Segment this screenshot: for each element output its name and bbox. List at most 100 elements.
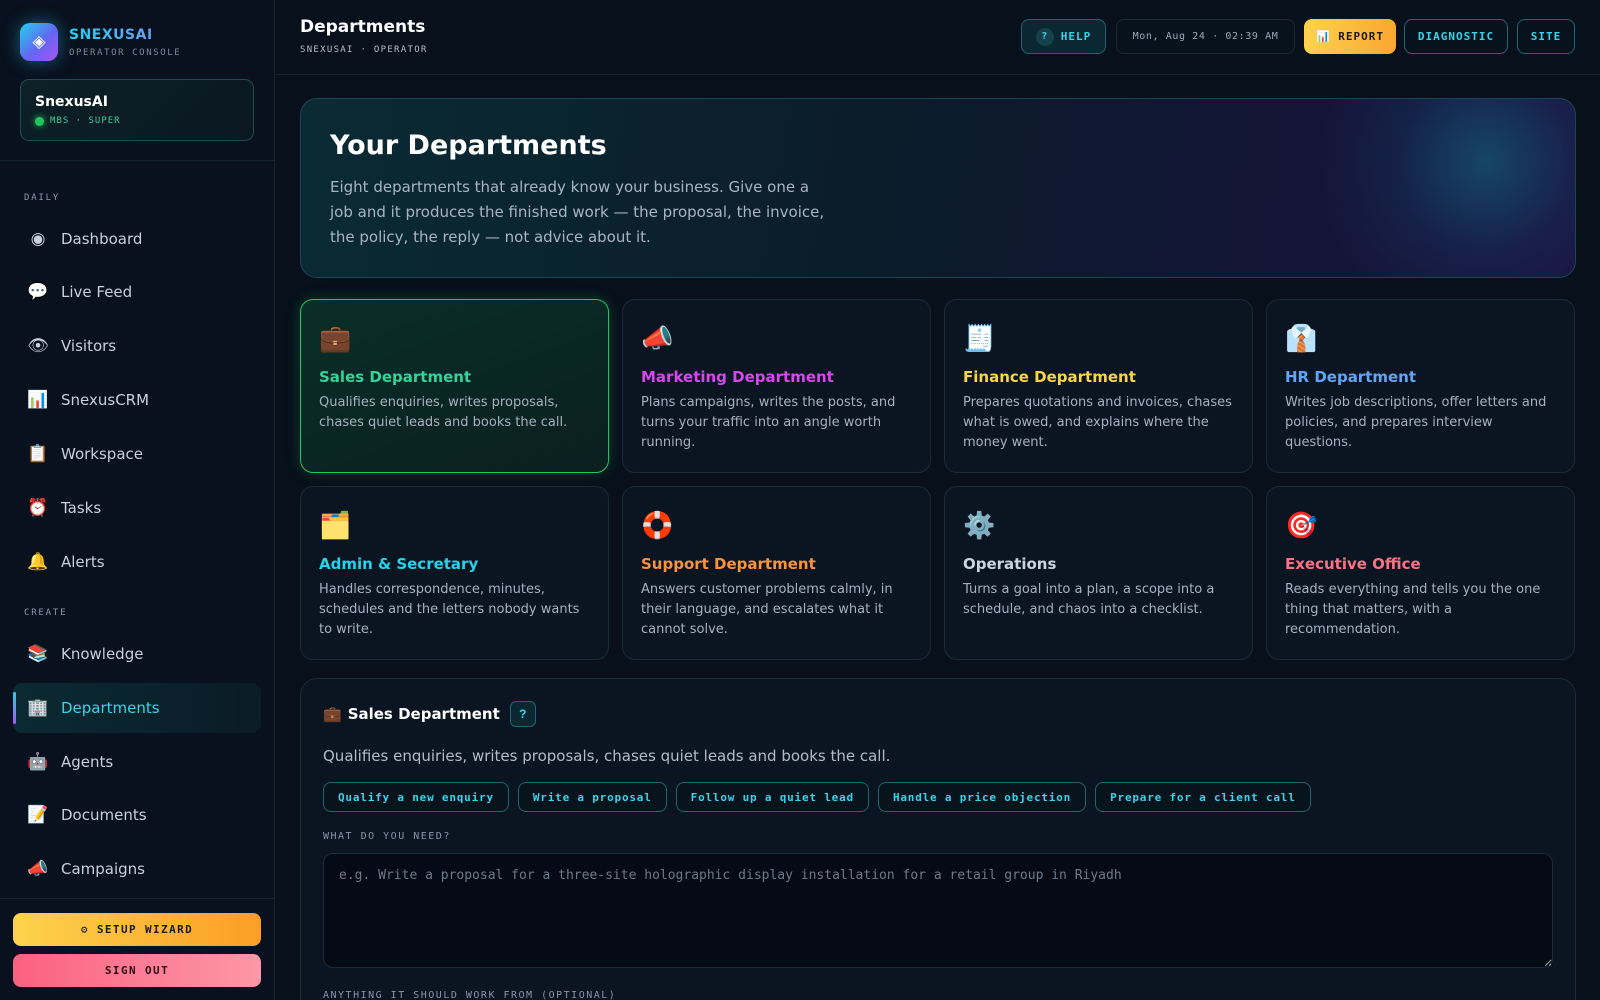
question-icon: ? <box>1035 27 1054 46</box>
help-button[interactable]: ? HELP <box>1021 19 1106 54</box>
detail-title: Sales Department <box>347 705 500 723</box>
sidebar-item-label: Live Feed <box>61 283 133 301</box>
department-card-sales[interactable]: 💼 Sales Department Qualifies enquiries, … <box>300 299 609 473</box>
site-button[interactable]: SITE <box>1517 19 1575 54</box>
sidebar-item-tasks[interactable]: ⏰ Tasks <box>13 483 261 533</box>
department-card-admin[interactable]: 🗂️ Admin & Secretary Handles corresponde… <box>300 486 609 660</box>
need-input[interactable] <box>323 853 1553 968</box>
sidebar-item-label: Departments <box>61 699 160 717</box>
chip-qualify-enquiry[interactable]: Qualify a new enquiry <box>323 782 509 812</box>
briefcase-icon: 💼 <box>323 705 342 723</box>
department-description: Reads everything and tells you the one t… <box>1285 582 1541 637</box>
gear-icon: ⚙️ <box>963 511 996 541</box>
books-icon: 📚 <box>27 644 49 664</box>
sidebar-item-departments[interactable]: 🏢 Departments <box>13 683 261 733</box>
sidebar-divider <box>0 898 274 899</box>
sidebar-item-label: Agents <box>61 753 114 771</box>
sidebar-item-label: Knowledge <box>61 645 144 663</box>
sidebar-item-snexuscrm[interactable]: 📊 SnexusCRM <box>13 375 261 425</box>
lifebuoy-icon: 🛟 <box>641 511 674 541</box>
card-index-icon: 🗂️ <box>319 511 352 541</box>
sidebar-item-label: Documents <box>61 806 147 824</box>
need-field-label: WHAT DO YOU NEED? <box>323 831 451 842</box>
sidebar-item-label: Visitors <box>61 337 117 355</box>
status-dot-icon <box>35 116 44 126</box>
bell-icon: 🔔 <box>27 552 49 572</box>
eye-icon: 👁 <box>27 336 49 356</box>
department-description: Qualifies enquiries, writes proposals, c… <box>319 395 568 430</box>
sign-out-button[interactable]: SIGN OUT <box>13 954 261 987</box>
department-card-marketing[interactable]: 📣 Marketing Department Plans campaigns, … <box>622 299 931 473</box>
robot-icon: 🤖 <box>27 752 49 772</box>
sidebar-item-documents[interactable]: 📝 Documents <box>13 790 261 840</box>
sidebar-item-visitors[interactable]: 👁 Visitors <box>13 321 261 371</box>
department-name: Sales Department <box>319 368 472 386</box>
page-title: Departments <box>300 17 426 37</box>
department-card-executive[interactable]: 🎯 Executive Office Reads everything and … <box>1266 486 1575 660</box>
memo-icon: 📝 <box>27 805 49 825</box>
clipboard-icon: 📋 <box>27 444 49 464</box>
sidebar-item-label: Campaigns <box>61 860 146 878</box>
department-name: HR Department <box>1285 368 1417 386</box>
brand-logo-icon: ◈ <box>20 23 58 61</box>
source-field-label: ANYTHING IT SHOULD WORK FROM (OPTIONAL) <box>323 990 617 1000</box>
megaphone-icon: 📣 <box>27 859 49 879</box>
department-description: Plans campaigns, writes the posts, and t… <box>641 395 896 450</box>
sidebar-item-workspace[interactable]: 📋 Workspace <box>13 429 261 479</box>
brand-text: SNEXUSAI OPERATOR CONSOLE <box>69 27 181 58</box>
sidebar-item-label: Tasks <box>61 499 102 517</box>
sidebar-item-knowledge[interactable]: 📚 Knowledge <box>13 629 261 679</box>
detail-description: Qualifies enquiries, writes proposals, c… <box>323 747 891 765</box>
sidebar-item-label: SnexusCRM <box>61 391 150 409</box>
chip-write-proposal[interactable]: Write a proposal <box>517 782 667 812</box>
help-label: HELP <box>1060 30 1092 43</box>
sidebar-item-label: Workspace <box>61 445 143 463</box>
alarm-clock-icon: ⏰ <box>27 498 49 518</box>
sidebar-item-label: Dashboard <box>61 230 143 248</box>
account-card[interactable]: SnexusAI MBS · SUPER <box>20 79 254 141</box>
sidebar-item-alerts[interactable]: 🔔 Alerts <box>13 537 261 587</box>
account-meta: MBS · SUPER <box>35 116 253 126</box>
chip-price-objection[interactable]: Handle a price objection <box>877 782 1087 812</box>
department-description: Prepares quotations and invoices, chases… <box>963 395 1232 450</box>
sidebar-item-campaigns[interactable]: 📣 Campaigns <box>13 844 261 894</box>
department-name: Support Department <box>641 555 816 573</box>
dashboard-icon: ◉ <box>30 229 46 249</box>
department-description: Turns a goal into a plan, a scope into a… <box>963 582 1215 617</box>
department-name: Marketing Department <box>641 368 834 386</box>
receipt-icon: 🧾 <box>963 324 996 354</box>
department-name: Admin & Secretary <box>319 555 479 573</box>
diagnostic-button[interactable]: DIAGNOSTIC <box>1404 19 1508 54</box>
department-detail-panel: 💼 Sales Department ? Qualifies enquiries… <box>300 678 1576 1000</box>
department-name: Operations <box>963 555 1057 573</box>
section-label-create: CREATE <box>24 608 68 618</box>
megaphone-icon: 📣 <box>641 324 674 354</box>
sidebar: ◈ SNEXUSAI OPERATOR CONSOLE SnexusAI MBS… <box>0 0 275 1000</box>
department-name: Executive Office <box>1285 555 1421 573</box>
briefcase-icon: 💼 <box>319 324 352 354</box>
sidebar-item-dashboard[interactable]: ◉ Dashboard <box>13 214 261 264</box>
sidebar-item-agents[interactable]: 🤖 Agents <box>13 737 261 787</box>
chip-client-call[interactable]: Prepare for a client call <box>1095 782 1311 812</box>
target-icon: 🎯 <box>1285 511 1318 541</box>
brand[interactable]: ◈ SNEXUSAI OPERATOR CONSOLE <box>20 23 181 61</box>
account-name: SnexusAI <box>35 94 108 110</box>
department-card-support[interactable]: 🛟 Support Department Answers customer pr… <box>622 486 931 660</box>
hero-title: Your Departments <box>330 130 607 161</box>
office-building-icon: 🏢 <box>27 698 49 718</box>
hero-banner: Your Departments Eight departments that … <box>300 98 1576 278</box>
department-card-operations[interactable]: ⚙️ Operations Turns a goal into a plan, … <box>944 486 1253 660</box>
setup-wizard-button[interactable]: ⚙ SETUP WIZARD <box>13 913 261 946</box>
detail-header: 💼 Sales Department ? <box>323 701 536 727</box>
section-label-daily: DAILY <box>24 193 61 203</box>
department-description: Answers customer problems calmly, in the… <box>641 582 893 637</box>
chip-follow-up-lead[interactable]: Follow up a quiet lead <box>675 782 869 812</box>
quick-task-chips: Qualify a new enquiry Write a proposal F… <box>323 782 1311 812</box>
department-card-finance[interactable]: 🧾 Finance Department Prepares quotations… <box>944 299 1253 473</box>
detail-help-button[interactable]: ? <box>509 701 536 727</box>
speech-bubble-icon: 💬 <box>27 282 49 302</box>
top-bar: Departments SNEXUSAI · OPERATOR ? HELP M… <box>275 0 1600 75</box>
sidebar-item-live-feed[interactable]: 💬 Live Feed <box>13 267 261 317</box>
report-button[interactable]: 📊 REPORT <box>1304 19 1396 54</box>
department-card-hr[interactable]: 👔 HR Department Writes job descriptions,… <box>1266 299 1575 473</box>
